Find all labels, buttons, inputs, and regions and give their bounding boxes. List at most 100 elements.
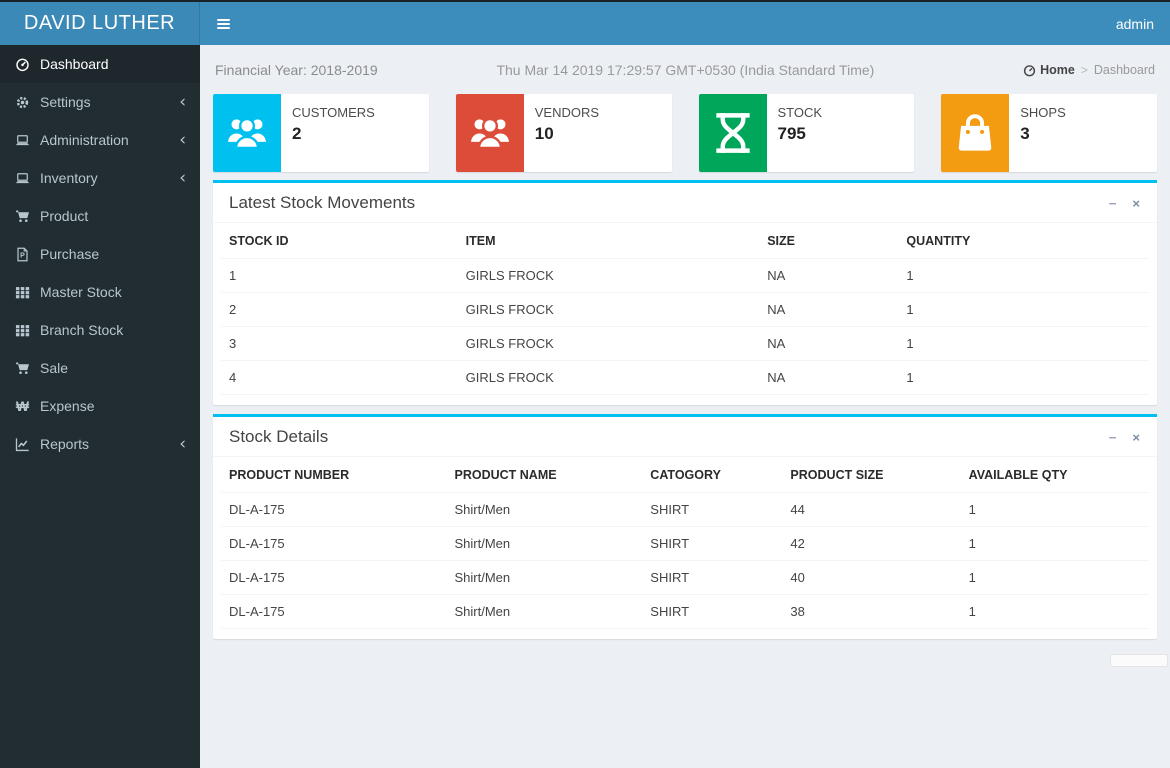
sidebar-item-label: Sale xyxy=(40,360,69,376)
table-row[interactable]: DL-A-175 Shirt/Men SHIRT 42 1 xyxy=(221,526,1149,561)
sidebar-item-purchase[interactable]: P Purchase xyxy=(0,235,200,273)
financial-year-label: Financial Year: 2018-2019 xyxy=(215,62,378,78)
info-box-shops[interactable]: SHOPS 3 xyxy=(941,94,1157,172)
sidebar-toggle-icon[interactable] xyxy=(200,2,246,45)
stock-movements-table: STOCK ID ITEM SIZE QUANTITY 1 GIRLS FROCK… xyxy=(221,223,1149,395)
navbar: admin xyxy=(200,2,1170,45)
app-window: DAVID LUTHER admin Dashboard Settings ‹ … xyxy=(0,0,1170,768)
info-box-label: CUSTOMERS xyxy=(292,105,375,120)
sidebar-item-master-stock[interactable]: Master Stock xyxy=(0,273,200,311)
breadcrumb-separator: > xyxy=(1080,63,1088,77)
laptop-icon xyxy=(14,132,31,148)
sidebar-item-label: Settings xyxy=(40,94,91,110)
current-datetime: Thu Mar 14 2019 17:29:57 GMT+0530 (India… xyxy=(496,62,875,78)
won-icon: ₩ xyxy=(15,398,30,414)
column-header: AVAILABLE QTY xyxy=(968,468,1068,482)
table-row[interactable]: 4 GIRLS FROCK NA 1 xyxy=(221,360,1149,395)
collapse-icon[interactable]: − xyxy=(1106,429,1120,446)
column-header: ITEM xyxy=(465,234,496,248)
panel-stock-details: Stock Details − × PRODUCT NUMBER PRODUCT… xyxy=(213,414,1157,639)
grid-icon xyxy=(14,284,31,300)
sidebar-item-label: Product xyxy=(40,208,89,224)
column-header: PRODUCT NAME xyxy=(454,468,557,482)
column-header: STOCK ID xyxy=(229,234,289,248)
dashboard-icon xyxy=(14,56,31,72)
column-header: PRODUCT NUMBER xyxy=(229,468,350,482)
users-icon xyxy=(213,94,281,172)
breadcrumb-current: Dashboard xyxy=(1093,63,1155,77)
breadcrumb-home[interactable]: Home xyxy=(1023,63,1075,77)
horizontal-scrollbar[interactable] xyxy=(1110,654,1168,667)
sidebar: Dashboard Settings Administration xyxy=(0,45,200,768)
close-icon[interactable]: × xyxy=(1129,429,1143,446)
panel-latest-stock-movements: Latest Stock Movements − × STOCK ID ITEM xyxy=(213,180,1157,405)
file-p-icon: P xyxy=(14,246,31,262)
info-box-value: 2 xyxy=(292,124,302,143)
sidebar-item-sale[interactable]: Sale xyxy=(0,349,200,387)
info-box-value: 10 xyxy=(534,124,554,143)
info-box-row: CUSTOMERS 2 VENDORS 10 STOCK 795 SHOPS 3 xyxy=(200,94,1170,172)
hourglass-icon xyxy=(698,94,767,172)
sidebar-item-label: Expense xyxy=(40,398,95,414)
sidebar-item-label: Administration xyxy=(40,132,129,148)
home-dashboard-icon xyxy=(1023,64,1036,77)
sidebar-item-product[interactable]: Product xyxy=(0,197,200,235)
info-box-vendors[interactable]: VENDORS 10 xyxy=(455,94,672,172)
collapse-icon[interactable]: − xyxy=(1106,195,1120,212)
sidebar-item-expense[interactable]: ₩ Expense xyxy=(0,387,200,425)
table-row[interactable]: DL-A-175 Shirt/Men SHIRT 38 1 xyxy=(221,594,1149,629)
user-menu[interactable]: admin xyxy=(1100,16,1170,32)
column-header: PRODUCT SIZE xyxy=(790,468,884,482)
cart-icon xyxy=(14,208,31,224)
chart-line-icon xyxy=(14,436,31,452)
stock-details-table: PRODUCT NUMBER PRODUCT NAME CATOGORY PRO… xyxy=(221,457,1149,629)
brand-logo[interactable]: DAVID LUTHER xyxy=(0,2,200,45)
info-box-value: 795 xyxy=(777,124,806,143)
table-row[interactable]: 3 GIRLS FROCK NA 1 xyxy=(221,326,1149,361)
users-icon xyxy=(455,94,524,172)
table-header-row: STOCK ID ITEM SIZE QUANTITY xyxy=(221,223,1149,259)
shopping-bag-icon xyxy=(941,94,1010,172)
table-row[interactable]: DL-A-175 Shirt/Men SHIRT 40 1 xyxy=(221,560,1149,595)
chevron-left-icon xyxy=(179,439,186,449)
breadcrumb: Home > Dashboard xyxy=(1023,63,1155,77)
laptop-icon xyxy=(14,170,31,186)
column-header: SIZE xyxy=(767,234,796,248)
column-header: QUANTITY xyxy=(906,234,971,248)
sidebar-item-label: Inventory xyxy=(40,170,98,186)
chevron-left-icon xyxy=(179,135,186,145)
sidebar-item-label: Purchase xyxy=(40,246,100,262)
panel-header: Latest Stock Movements − × xyxy=(213,183,1157,223)
gear-icon xyxy=(14,94,31,110)
chevron-left-icon xyxy=(179,173,186,183)
svg-text:P: P xyxy=(20,252,25,259)
sidebar-item-inventory[interactable]: Inventory xyxy=(0,159,200,197)
sidebar-item-label: Master Stock xyxy=(40,284,122,300)
chevron-left-icon xyxy=(179,97,186,107)
info-box-value: 3 xyxy=(1020,124,1030,143)
table-row[interactable]: 1 GIRLS FROCK NA 1 xyxy=(221,258,1149,293)
info-box-label: SHOPS xyxy=(1020,105,1066,120)
content-header: Financial Year: 2018-2019 Thu Mar 14 201… xyxy=(200,45,1170,94)
sidebar-item-administration[interactable]: Administration xyxy=(0,121,200,159)
panel-title: Stock Details xyxy=(229,427,329,446)
close-icon[interactable]: × xyxy=(1129,195,1143,212)
sidebar-item-branch-stock[interactable]: Branch Stock xyxy=(0,311,200,349)
panel-title: Latest Stock Movements xyxy=(229,193,416,212)
sidebar-item-label: Dashboard xyxy=(40,56,109,72)
info-box-customers[interactable]: CUSTOMERS 2 xyxy=(213,94,429,172)
sidebar-item-settings[interactable]: Settings xyxy=(0,83,200,121)
info-box-label: VENDORS xyxy=(534,105,600,120)
info-box-label: STOCK xyxy=(777,105,823,120)
table-row[interactable]: 2 GIRLS FROCK NA 1 xyxy=(221,292,1149,327)
sidebar-item-reports[interactable]: Reports xyxy=(0,425,200,463)
sidebar-item-label: Reports xyxy=(40,436,90,452)
panel-header: Stock Details − × xyxy=(213,417,1157,457)
grid-icon xyxy=(14,322,31,338)
main-content: Financial Year: 2018-2019 Thu Mar 14 201… xyxy=(200,45,1170,768)
info-box-stock[interactable]: STOCK 795 xyxy=(698,94,915,172)
sidebar-item-dashboard[interactable]: Dashboard xyxy=(0,45,200,83)
column-header: CATOGORY xyxy=(650,468,721,482)
table-row[interactable]: DL-A-175 Shirt/Men SHIRT 44 1 xyxy=(221,492,1149,527)
sidebar-item-label: Branch Stock xyxy=(40,322,124,338)
